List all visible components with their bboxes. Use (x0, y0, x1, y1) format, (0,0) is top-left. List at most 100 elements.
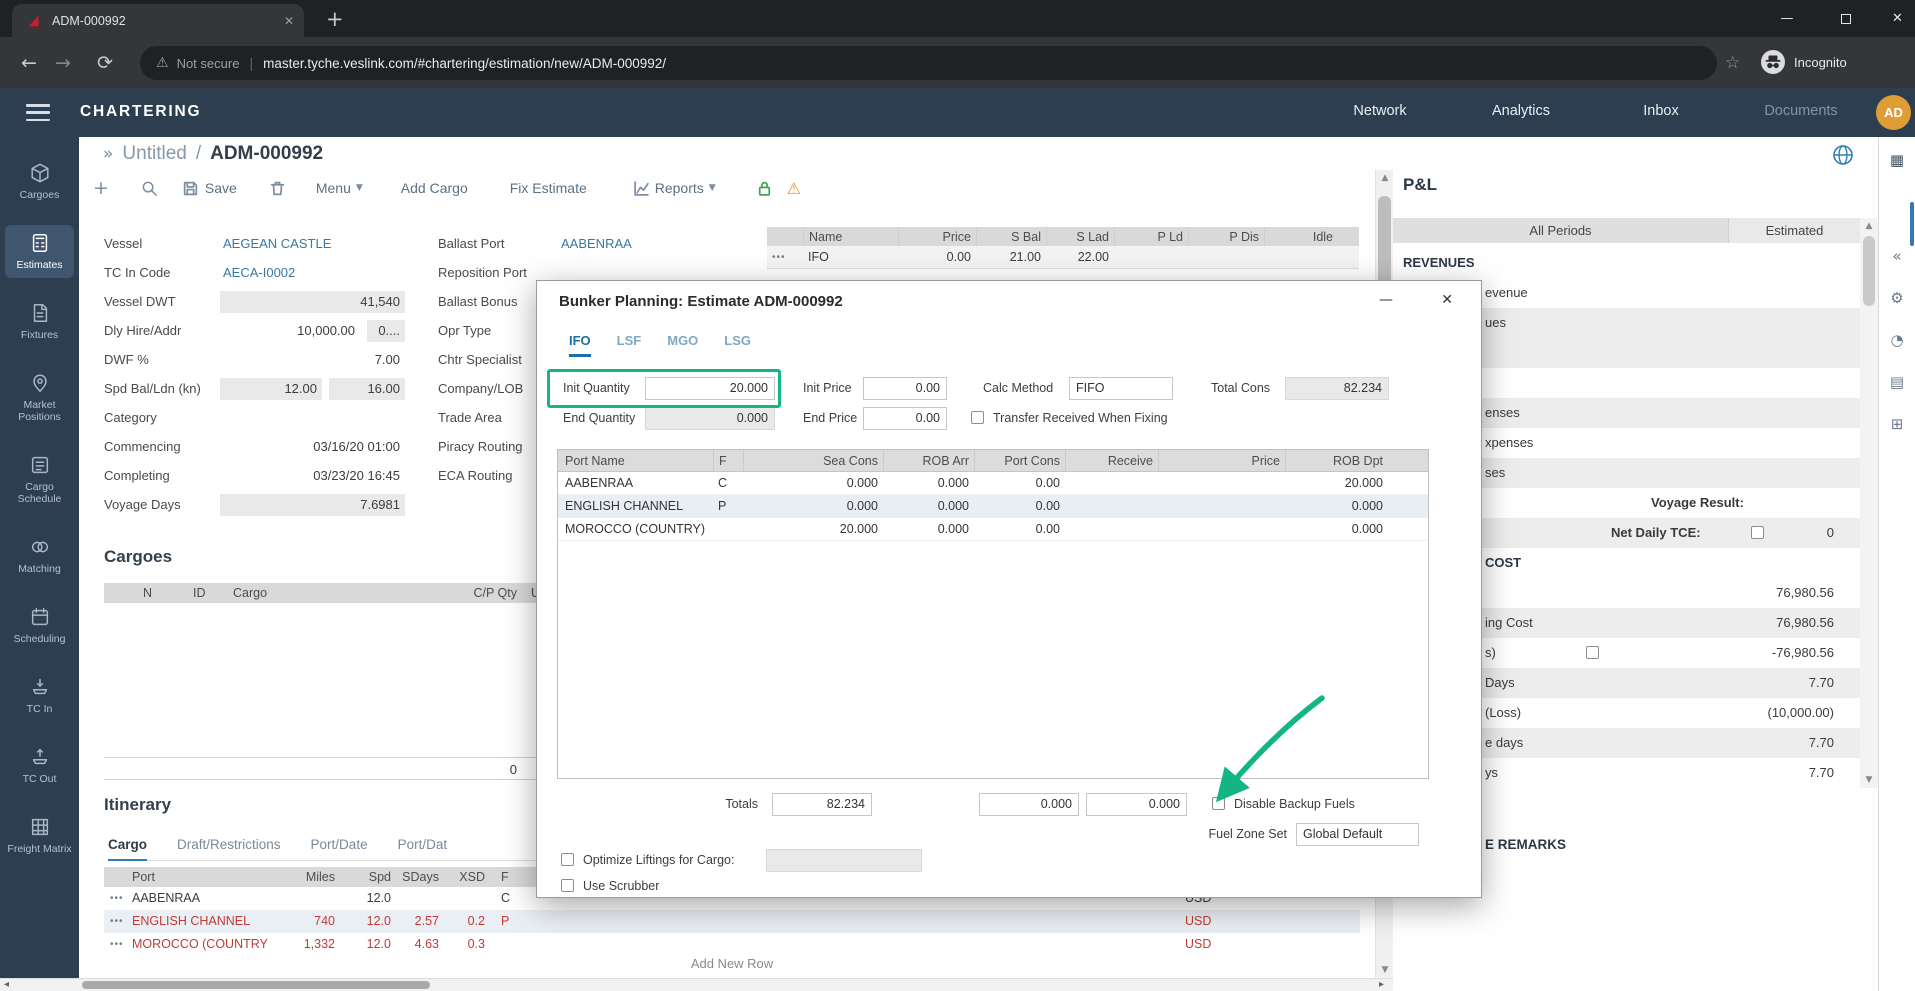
optimize-liftings-input[interactable] (766, 849, 922, 872)
row-menu-icon[interactable]: ••• (767, 246, 803, 268)
itinerary-row[interactable]: ••• MOROCCO (COUNTRY 1,332 12.0 4.63 0.3… (104, 933, 1360, 956)
modal-close-icon[interactable]: ✕ (1441, 292, 1453, 308)
daily-hire-field[interactable]: 10,000.00 (220, 320, 360, 342)
tab-port-dat[interactable]: Port/Dat (398, 837, 448, 852)
bunker-grid-row[interactable]: AABENRAA C 0.000 0.000 0.00 20.000 (558, 472, 1428, 495)
nav-documents[interactable]: Documents (1741, 103, 1861, 119)
scrollbar-thumb[interactable] (1863, 236, 1875, 306)
scroll-right-icon[interactable]: ▸ (1379, 979, 1384, 991)
commencing-field[interactable]: 03/16/20 01:00 (220, 436, 405, 458)
row-menu-icon[interactable]: ••• (110, 887, 124, 910)
voyage-days-field[interactable]: 7.6981 (220, 494, 405, 516)
end-quantity-input[interactable]: 0.000 (645, 407, 775, 430)
browser-tab[interactable]: ADM-000992 ✕ (12, 4, 304, 37)
bunker-grid-row[interactable]: ENGLISH CHANNEL P 0.000 0.000 0.00 0.000 (558, 495, 1428, 518)
sidebar-item-tc-in[interactable]: TC In (5, 669, 74, 722)
window-maximize-button[interactable] (1823, 0, 1869, 37)
grid-icon[interactable]: ⊞ (1879, 415, 1915, 433)
addr-field[interactable]: 0.... (367, 320, 405, 342)
hamburger-menu-icon[interactable] (26, 104, 50, 121)
globe-icon[interactable] (1831, 143, 1855, 167)
reports-button[interactable]: Reports (655, 180, 704, 196)
sidebar-item-cargoes[interactable]: Cargoes (5, 155, 74, 208)
delete-icon[interactable] (269, 180, 286, 197)
vessel-field[interactable]: AEGEAN CASTLE (220, 233, 405, 255)
nav-analytics[interactable]: Analytics (1461, 103, 1581, 119)
tc-in-code-field[interactable]: AECA-I0002 (220, 262, 405, 284)
scroll-down-icon[interactable]: ▼ (1860, 772, 1878, 788)
sidebar-item-estimates[interactable]: Estimates (5, 225, 74, 278)
row-menu-icon[interactable]: ••• (110, 910, 124, 933)
scrollbar-thumb[interactable] (1378, 196, 1391, 286)
document-icon[interactable]: ▤ (1879, 373, 1915, 391)
lock-icon[interactable] (756, 180, 773, 197)
scroll-up-icon[interactable]: ▲ (1376, 170, 1394, 186)
itinerary-row[interactable]: ••• ENGLISH CHANNEL 740 12.0 2.57 0.2 P … (104, 910, 1360, 933)
dwf-field[interactable]: 7.00 (220, 349, 405, 371)
nav-network[interactable]: Network (1320, 103, 1440, 119)
optimize-liftings-checkbox[interactable] (561, 853, 574, 866)
sidebar-item-tc-out[interactable]: TC Out (5, 739, 74, 792)
avatar[interactable]: AD (1876, 95, 1911, 130)
save-icon[interactable] (182, 180, 199, 197)
ballast-port-field[interactable]: AABENRAA (558, 233, 703, 255)
speed-laden-field[interactable]: 16.00 (329, 378, 405, 400)
speed-ballast-field[interactable]: 12.00 (220, 378, 322, 400)
fuel-grid-row[interactable]: ••• IFO 0.00 21.00 22.00 (767, 246, 1359, 269)
new-tab-button[interactable]: + (326, 7, 344, 31)
sidebar-item-fixtures[interactable]: Fixtures (5, 295, 74, 348)
breadcrumb-parent[interactable]: Untitled (122, 143, 186, 165)
pnl-scrollbar[interactable]: ▲ ▼ (1860, 218, 1878, 788)
pnl-period-header[interactable]: All Periods (1393, 218, 1729, 243)
add-cargo-button[interactable]: Add Cargo (401, 180, 468, 196)
end-price-input[interactable]: 0.00 (863, 407, 947, 430)
disable-backup-fuels-checkbox[interactable] (1212, 797, 1225, 810)
back-button[interactable]: ← (12, 52, 46, 74)
window-close-button[interactable]: ✕ (1880, 0, 1915, 37)
scrollbar-thumb[interactable] (82, 981, 430, 989)
address-bar[interactable]: ⚠ Not secure | master.tyche.veslink.com/… (140, 46, 1717, 80)
tab-draft-restrictions[interactable]: Draft/Restrictions (177, 837, 281, 852)
tab-ifo[interactable]: IFO (569, 333, 591, 357)
tab-close-icon[interactable]: ✕ (284, 14, 294, 28)
table-icon[interactable]: ▦ (1879, 151, 1915, 169)
tce-checkbox[interactable] (1751, 526, 1764, 539)
bunker-grid-row[interactable]: MOROCCO (COUNTRY) 20.000 0.000 0.00 0.00… (558, 518, 1428, 541)
search-icon[interactable] (141, 180, 158, 197)
tab-mgo[interactable]: MGO (667, 333, 698, 357)
category-field[interactable] (220, 407, 405, 429)
pie-chart-icon[interactable]: ◔ (1879, 331, 1915, 349)
sidebar-item-market-positions[interactable]: Market Positions (5, 365, 74, 430)
calc-method-select[interactable]: FIFO (1069, 377, 1173, 400)
add-new-row-button[interactable]: Add New Row (104, 956, 1360, 971)
scroll-up-icon[interactable]: ▲ (1860, 218, 1878, 234)
tab-cargo[interactable]: Cargo (108, 837, 147, 861)
reload-button[interactable]: ⟳ (88, 52, 122, 74)
gear-icon[interactable]: ⚙ (1879, 289, 1915, 307)
url-text[interactable]: master.tyche.veslink.com/#chartering/est… (263, 56, 666, 71)
tab-lsf[interactable]: LSF (617, 333, 642, 357)
init-price-input[interactable]: 0.00 (863, 377, 947, 400)
pnl-row-checkbox[interactable] (1586, 646, 1599, 659)
window-minimize-button[interactable]: — (1764, 0, 1810, 37)
modal-minimize-icon[interactable]: — (1379, 292, 1393, 308)
horizontal-scrollbar[interactable]: ◂ ▸ (0, 978, 1393, 991)
add-icon[interactable]: + (93, 177, 109, 199)
use-scrubber-checkbox[interactable] (561, 879, 574, 892)
save-button[interactable]: Save (205, 180, 237, 196)
transfer-received-checkbox[interactable] (971, 411, 984, 424)
sidebar-item-scheduling[interactable]: Scheduling (5, 599, 74, 652)
nav-inbox[interactable]: Inbox (1601, 103, 1721, 119)
collapse-icon[interactable]: « (1879, 247, 1915, 265)
not-secure-label[interactable]: Not secure (177, 56, 240, 71)
tab-lsg[interactable]: LSG (724, 333, 751, 357)
forward-button[interactable]: → (46, 52, 80, 74)
bookmark-star-icon[interactable]: ☆ (1725, 53, 1740, 73)
row-menu-icon[interactable]: ••• (110, 933, 124, 956)
expand-panel-icon[interactable]: » (103, 144, 113, 164)
menu-button[interactable]: Menu (316, 180, 351, 196)
sidebar-item-cargo-schedule[interactable]: Cargo Schedule (5, 447, 74, 512)
scroll-down-icon[interactable]: ▼ (1376, 962, 1394, 978)
fuel-zone-set-select[interactable]: Global Default (1296, 823, 1419, 846)
reports-chart-icon[interactable] (633, 180, 650, 197)
